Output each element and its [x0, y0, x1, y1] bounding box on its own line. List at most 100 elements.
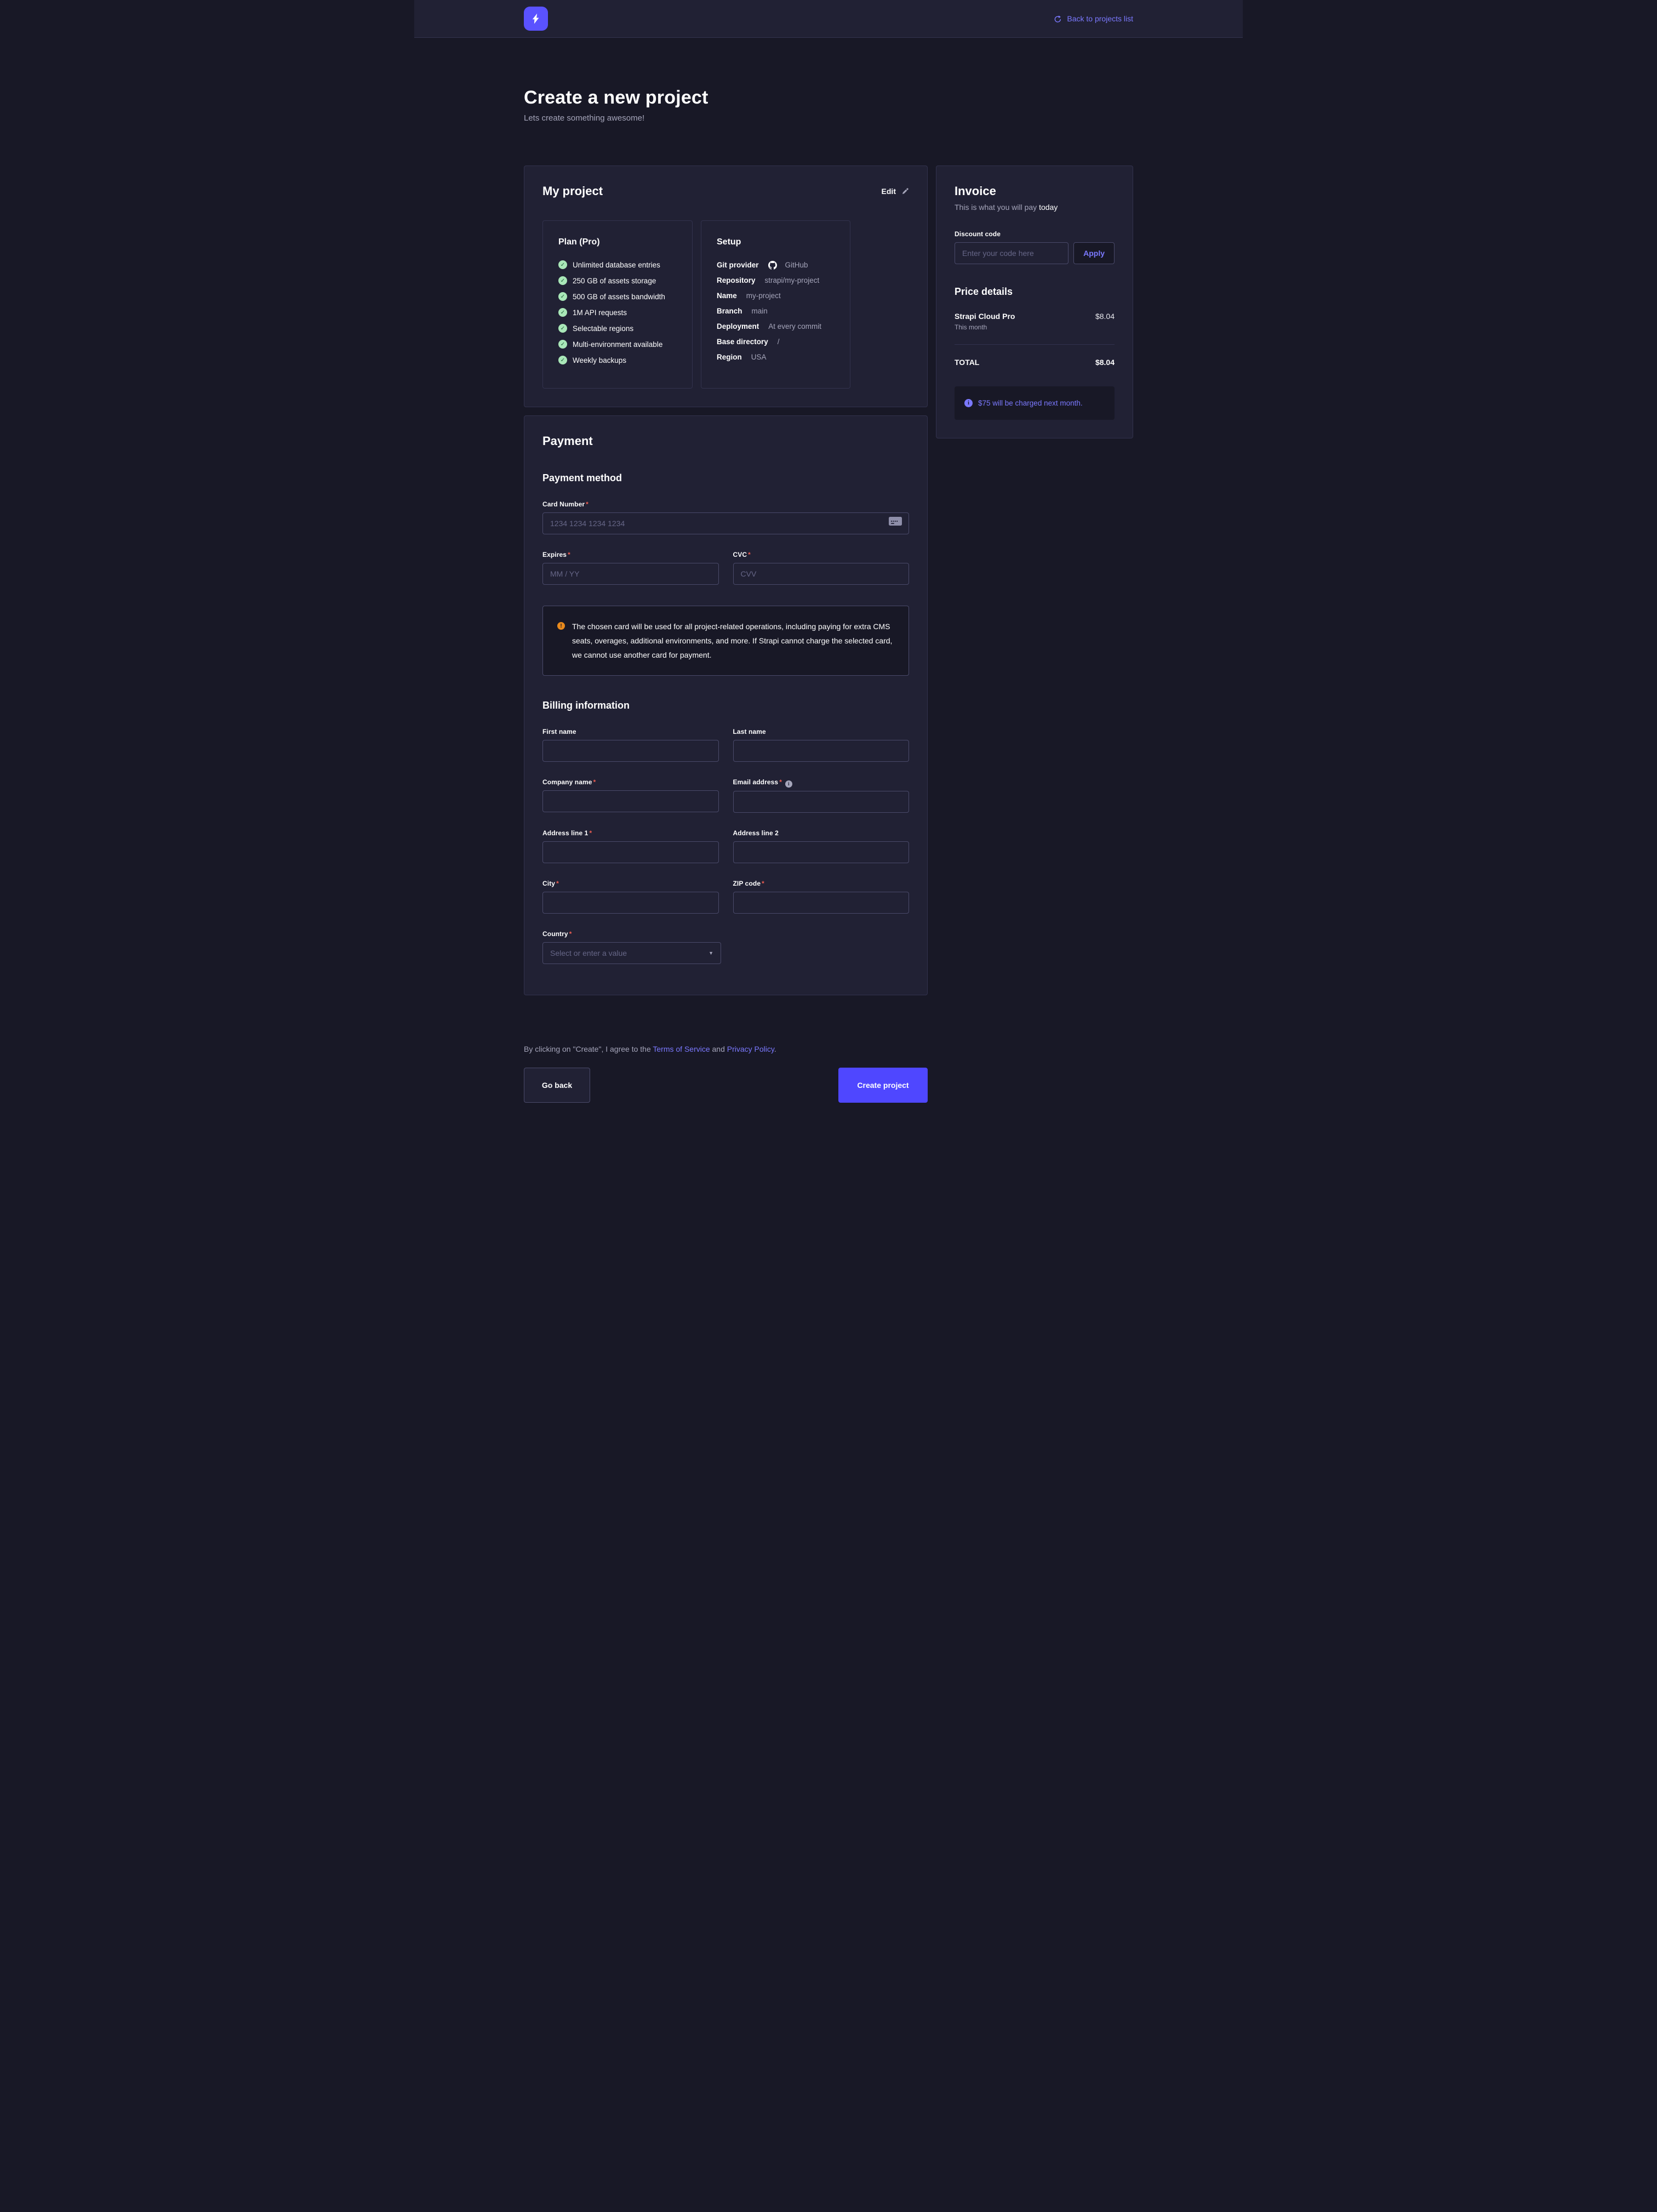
plan-feature: ✓ 250 GB of assets storage: [558, 276, 677, 285]
email-input[interactable]: [733, 791, 910, 813]
zip-code-input[interactable]: [733, 892, 910, 914]
country-select-placeholder: Select or enter a value: [550, 949, 627, 957]
card-usage-warning: ! The chosen card will be used for all p…: [542, 606, 909, 676]
total-amount: $8.04: [1095, 358, 1115, 367]
terms-of-service-link[interactable]: Terms of Service: [653, 1045, 710, 1053]
github-icon: [768, 261, 777, 270]
credit-card-icon: [888, 516, 902, 526]
plan-feature-label: Selectable regions: [573, 324, 633, 333]
country-label: Country*: [542, 930, 909, 938]
check-icon: ✓: [558, 340, 567, 349]
agreement-text: By clicking on "Create", I agree to the …: [524, 1045, 928, 1053]
required-marker: *: [556, 880, 559, 887]
city-input[interactable]: [542, 892, 719, 914]
page-subtitle: Lets create something awesome!: [524, 113, 1133, 123]
app-header: Back to projects list: [414, 0, 1243, 38]
expires-label: Expires*: [542, 551, 719, 558]
edit-button[interactable]: Edit: [882, 187, 909, 196]
invoice-card: Invoice This is what you will pay today …: [936, 166, 1133, 438]
card-usage-warning-text: The chosen card will be used for all pro…: [572, 619, 894, 662]
address-line1-label: Address line 1*: [542, 829, 719, 837]
required-marker: *: [748, 551, 751, 558]
chevron-down-icon: ▼: [708, 950, 713, 956]
email-label: Email address*i: [733, 778, 910, 786]
plan-feature: ✓ Selectable regions: [558, 324, 677, 333]
next-month-notice-text: $75 will be charged next month.: [978, 399, 1083, 407]
my-project-card: My project Edit Plan (Pro): [524, 166, 928, 407]
required-marker: *: [586, 500, 588, 508]
check-icon: ✓: [558, 324, 567, 333]
next-month-notice: i $75 will be charged next month.: [955, 386, 1115, 420]
return-arrow-icon: [1054, 15, 1062, 23]
line-item-period: This month: [955, 323, 1015, 331]
check-icon: ✓: [558, 292, 567, 301]
first-name-input[interactable]: [542, 740, 719, 762]
pencil-icon: [901, 187, 909, 195]
payment-card: Payment Payment method Card Number*: [524, 415, 928, 995]
company-name-input[interactable]: [542, 790, 719, 812]
expires-input[interactable]: [542, 563, 719, 585]
go-back-button[interactable]: Go back: [524, 1068, 590, 1103]
cvc-label: CVC*: [733, 551, 910, 558]
address-line2-input[interactable]: [733, 841, 910, 863]
plan-feature-label: 1M API requests: [573, 309, 627, 317]
privacy-policy-link[interactable]: Privacy Policy: [727, 1045, 774, 1053]
first-name-label: First name: [542, 728, 719, 736]
setup-card: Setup Git provider GitHub: [701, 220, 850, 389]
invoice-subtitle: This is what you will pay today: [955, 203, 1115, 212]
setup-row-base-directory: Base directory /: [717, 338, 835, 346]
required-marker: *: [779, 778, 782, 786]
setup-row-region: Region USA: [717, 353, 835, 361]
info-icon: i: [964, 399, 973, 407]
plan-feature-label: Unlimited database entries: [573, 261, 660, 269]
address-line1-input[interactable]: [542, 841, 719, 863]
warning-icon: !: [557, 622, 565, 630]
setup-row-name: Name my-project: [717, 292, 835, 300]
required-marker: *: [569, 930, 572, 938]
back-to-projects-link[interactable]: Back to projects list: [1054, 14, 1133, 23]
card-number-input[interactable]: [542, 512, 909, 534]
lightning-bolt-icon: [529, 12, 542, 25]
plan-feature-list: ✓ Unlimited database entries ✓ 250 GB of…: [558, 260, 677, 364]
page-title: Create a new project: [524, 87, 1133, 109]
billing-heading: Billing information: [542, 700, 909, 711]
last-name-label: Last name: [733, 728, 910, 736]
address-line2-label: Address line 2: [733, 829, 910, 837]
check-icon: ✓: [558, 276, 567, 285]
setup-row-branch: Branch main: [717, 307, 835, 315]
cvc-input[interactable]: [733, 563, 910, 585]
price-line-item: Strapi Cloud Pro This month $8.04: [955, 312, 1115, 331]
required-marker: *: [762, 880, 764, 887]
required-marker: *: [589, 829, 592, 837]
discount-code-label: Discount code: [955, 230, 1115, 238]
check-icon: ✓: [558, 308, 567, 317]
setup-row-deployment: Deployment At every commit: [717, 322, 835, 330]
create-project-button[interactable]: Create project: [838, 1068, 928, 1103]
plan-feature-label: 500 GB of assets bandwidth: [573, 293, 665, 301]
invoice-title: Invoice: [955, 184, 1115, 198]
setup-title: Setup: [717, 237, 835, 247]
required-marker: *: [593, 778, 596, 786]
plan-feature: ✓ 500 GB of assets bandwidth: [558, 292, 677, 301]
card-number-label: Card Number*: [542, 500, 909, 508]
plan-feature-label: Weekly backups: [573, 356, 626, 364]
back-link-label: Back to projects list: [1067, 14, 1133, 23]
invoice-total-row: TOTAL $8.04: [955, 344, 1115, 367]
line-item-name: Strapi Cloud Pro: [955, 312, 1015, 321]
discount-code-input[interactable]: [955, 242, 1069, 264]
payment-method-heading: Payment method: [542, 472, 909, 484]
plan-feature: ✓ 1M API requests: [558, 308, 677, 317]
project-card-title: My project: [542, 184, 603, 198]
plan-title: Plan (Pro): [558, 237, 677, 247]
price-details-heading: Price details: [955, 286, 1115, 298]
payment-title: Payment: [542, 434, 909, 448]
city-label: City*: [542, 880, 719, 887]
plan-feature-label: Multi-environment available: [573, 340, 662, 349]
setup-row-git-provider: Git provider GitHub: [717, 260, 835, 269]
check-icon: ✓: [558, 260, 567, 269]
plan-card: Plan (Pro) ✓ Unlimited database entries …: [542, 220, 693, 389]
last-name-input[interactable]: [733, 740, 910, 762]
country-select[interactable]: Select or enter a value ▼: [542, 942, 721, 964]
apply-discount-button[interactable]: Apply: [1073, 242, 1115, 264]
line-item-amount: $8.04: [1095, 312, 1115, 331]
